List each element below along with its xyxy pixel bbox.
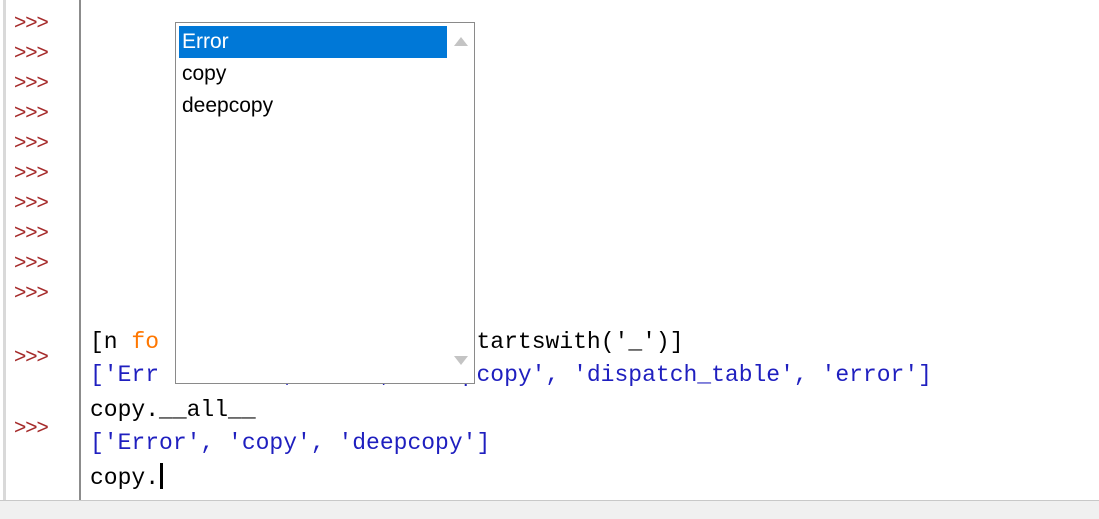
current-input-text: copy. <box>90 465 160 491</box>
code-line-all: copy.__all__ <box>90 397 256 423</box>
prompt-gutter: >>> >>> >>> >>> >>> >>> >>> >>> >>> >>> … <box>8 0 78 500</box>
shell-prompt: >>> <box>14 281 49 304</box>
autocomplete-list[interactable]: Error copy deepcopy <box>179 26 447 380</box>
status-bar <box>0 500 1099 519</box>
autocomplete-item-error[interactable]: Error <box>179 26 447 58</box>
shell-prompt: >>> <box>14 345 49 368</box>
shell-prompt: >>> <box>14 71 49 94</box>
shell-prompt: >>> <box>14 101 49 124</box>
autocomplete-item-copy[interactable]: copy <box>179 58 447 90</box>
scroll-down-arrow-icon[interactable] <box>454 356 468 365</box>
shell-prompt: >>> <box>14 191 49 214</box>
code-text: [n <box>90 329 132 355</box>
output-line-all: ['Error', 'copy', 'deepcopy'] <box>90 430 491 456</box>
shell-prompt: >>> <box>14 221 49 244</box>
shell-prompt: >>> <box>14 131 49 154</box>
shell-prompt: >>> <box>14 41 49 64</box>
scroll-up-arrow-icon[interactable] <box>454 37 468 46</box>
idle-shell-window: >>> >>> >>> >>> >>> >>> >>> >>> >>> >>> … <box>0 0 1099 519</box>
shell-prompt: >>> <box>14 251 49 274</box>
text-cursor <box>160 463 164 489</box>
shell-prompt: >>> <box>14 416 49 439</box>
code-line-current-input[interactable]: copy. <box>90 463 164 493</box>
window-edge <box>3 0 6 518</box>
autocomplete-popup[interactable]: Error copy deepcopy <box>175 22 475 384</box>
shell-prompt: >>> <box>14 161 49 184</box>
keyword-for: fo <box>131 329 160 355</box>
autocomplete-item-deepcopy[interactable]: deepcopy <box>179 90 447 122</box>
shell-prompt: >>> <box>14 11 49 34</box>
autocomplete-scrollbar[interactable] <box>450 25 472 381</box>
gutter-separator <box>79 0 81 500</box>
